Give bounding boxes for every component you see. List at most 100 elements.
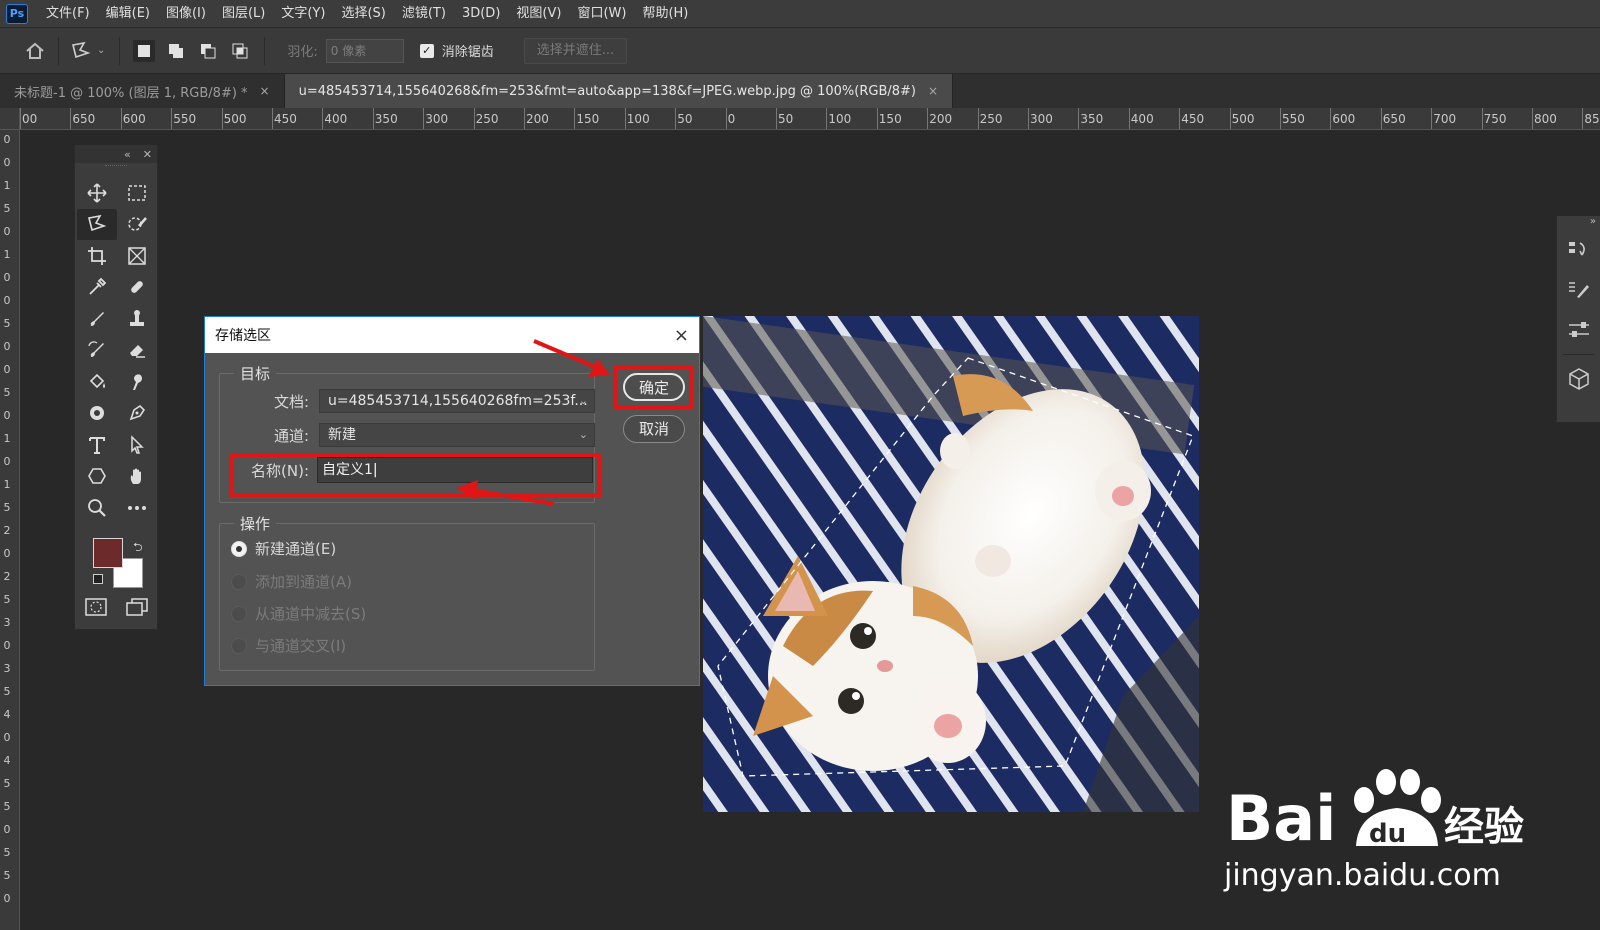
foreground-color-swatch[interactable]: [93, 537, 123, 568]
ruler-tick: [826, 108, 828, 129]
ruler-tick: [524, 108, 525, 129]
menu-edit[interactable]: 编辑(E): [98, 0, 158, 28]
chevron-down-icon: ⌄: [578, 428, 588, 441]
healing-brush-icon[interactable]: [117, 272, 157, 304]
close-icon[interactable]: ×: [674, 325, 689, 346]
watermark-brand: Bai: [1226, 782, 1336, 855]
quick-selection-icon[interactable]: [117, 209, 157, 241]
zoom-tool-icon[interactable]: [77, 492, 117, 524]
lasso-tool-icon[interactable]: [77, 208, 117, 240]
ruler-tick-label: 250: [979, 112, 1003, 126]
add-to-selection-icon[interactable]: [165, 40, 187, 62]
move-tool-icon[interactable]: [77, 177, 117, 209]
document-label: 文档:: [273, 392, 309, 411]
radio-button[interactable]: [231, 573, 247, 590]
frame-tool-icon[interactable]: [117, 240, 157, 272]
radio-button[interactable]: [231, 637, 247, 654]
cancel-button[interactable]: 取消: [623, 415, 685, 443]
menu-file[interactable]: 文件(F): [38, 0, 98, 28]
panel-grip[interactable]: [105, 165, 127, 171]
menu-view[interactable]: 视图(V): [508, 0, 569, 28]
ruler-tick: [675, 108, 677, 129]
radio-button[interactable]: [231, 605, 247, 622]
radio-button[interactable]: [231, 540, 247, 557]
swap-colors-icon[interactable]: ⮌: [133, 538, 143, 559]
radio-subtract-from-channel[interactable]: 从通道中减去(S): [231, 603, 366, 624]
select-and-mask-button[interactable]: 选择并遮住...: [523, 37, 628, 64]
menu-3d[interactable]: 3D(D): [454, 0, 508, 28]
menu-help[interactable]: 帮助(H): [634, 0, 696, 28]
collapse-icon[interactable]: «: [124, 148, 131, 161]
shape-tool-icon[interactable]: [77, 461, 117, 493]
close-icon[interactable]: ×: [260, 84, 270, 98]
ruler-tick-label: 0: [3, 156, 11, 169]
canvas-image[interactable]: [703, 316, 1199, 812]
menu-select[interactable]: 选择(S): [333, 0, 393, 28]
ruler-tick-label: 650: [1382, 112, 1406, 126]
brush-tool-icon[interactable]: [77, 303, 117, 335]
ruler-tick-label: 00: [22, 112, 38, 126]
ruler-tick-label: 650: [72, 112, 96, 126]
menu-image[interactable]: 图像(I): [158, 0, 214, 28]
radio-new-channel[interactable]: 新建通道(E): [231, 538, 336, 559]
history-panel-icon[interactable]: [1557, 230, 1600, 270]
tab-kitten-image[interactable]: u=485453714,155640268&fm=253&fmt=auto&ap…: [284, 74, 954, 108]
radio-label: 添加到通道(A): [255, 573, 352, 591]
watermark-cn: 经验: [1444, 804, 1524, 850]
path-selection-icon[interactable]: [117, 429, 157, 461]
feather-input[interactable]: 0 像素: [325, 38, 404, 63]
ruler-tick-label: 2: [3, 524, 11, 537]
brush-settings-icon[interactable]: [1557, 270, 1600, 310]
channel-select[interactable]: 新建 ⌄: [319, 423, 595, 447]
hand-tool-icon[interactable]: [117, 461, 157, 493]
3d-panel-icon[interactable]: [1557, 359, 1600, 399]
type-tool-icon[interactable]: [77, 429, 117, 461]
tab-untitled[interactable]: 未标题-1 @ 100% (图层 1, RGB/8#) * ×: [0, 74, 285, 108]
subtract-from-selection-icon[interactable]: [197, 40, 219, 62]
radio-add-to-channel[interactable]: 添加到通道(A): [231, 571, 352, 592]
pen-tool-icon[interactable]: [117, 398, 157, 430]
menu-layer[interactable]: 图层(L): [214, 0, 273, 28]
ruler-tick-label: 0: [3, 409, 11, 422]
document-select[interactable]: u=485453714,155640268fm=253f... ⌄: [319, 389, 595, 413]
crop-tool-icon[interactable]: [77, 240, 117, 272]
eraser-icon[interactable]: [117, 335, 157, 367]
paint-bucket-icon[interactable]: [77, 366, 117, 398]
ruler-tick: [473, 108, 475, 129]
smudge-tool-icon[interactable]: [117, 366, 157, 398]
expand-icon[interactable]: »: [1557, 216, 1600, 230]
document-value: u=485453714,155640268fm=253f...: [328, 393, 588, 409]
default-colors-icon[interactable]: [93, 573, 103, 584]
menu-window[interactable]: 窗口(W): [569, 0, 634, 28]
vertical-ruler[interactable]: 0 0 1 5 0 1 0 0 5 0 0 5 0 1 0 1 5 2 0 2 5 3 0 3 5 4 0 4 5 5 0 5 5 0: [0, 130, 20, 930]
close-icon[interactable]: ✕: [143, 148, 152, 161]
new-selection-icon[interactable]: [133, 39, 156, 62]
ruler-tick-label: 3: [3, 616, 11, 629]
ruler-tick-label: 50: [778, 112, 794, 126]
polygonal-lasso-icon[interactable]: [67, 36, 97, 66]
dodge-tool-icon[interactable]: [77, 398, 117, 430]
radio-intersect-channel[interactable]: 与通道交叉(I): [231, 635, 346, 656]
menu-filter[interactable]: 滤镜(T): [394, 0, 454, 28]
intersect-selection-icon[interactable]: [229, 40, 251, 62]
adjustments-icon[interactable]: [1557, 310, 1600, 350]
history-brush-icon[interactable]: [77, 335, 117, 367]
tab-label: 未标题-1 @ 100% (图层 1, RGB/8#) *: [14, 85, 248, 101]
close-icon[interactable]: ×: [928, 84, 938, 98]
clone-stamp-icon[interactable]: [117, 303, 157, 335]
marquee-tool-icon[interactable]: [117, 177, 157, 209]
ruler-tick-label: 5: [3, 869, 11, 882]
eyedropper-icon[interactable]: [77, 272, 117, 304]
ruler-tick-label: 1: [3, 478, 11, 491]
radio-label: 从通道中减去(S): [255, 605, 367, 623]
chevron-down-icon[interactable]: ⌄: [97, 45, 105, 56]
antialias-checkbox[interactable]: ✓: [419, 43, 434, 58]
home-icon[interactable]: [20, 36, 50, 66]
ruler-tick-label: 150: [576, 112, 600, 126]
more-tools-icon[interactable]: [117, 492, 157, 524]
ruler-tick: [1128, 108, 1130, 129]
menu-type[interactable]: 文字(Y): [273, 0, 333, 28]
quick-mask-icon[interactable]: [84, 597, 107, 620]
horizontal-ruler[interactable]: 00 650 600 550 500 450 400 350 300 250 200 150 100 50…: [20, 108, 1600, 130]
screen-mode-icon[interactable]: [125, 597, 148, 620]
